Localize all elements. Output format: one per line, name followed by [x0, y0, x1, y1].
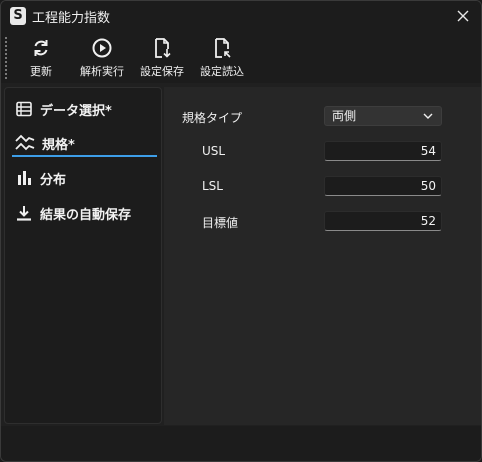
sidebar-item-label: 結果の自動保存	[40, 207, 132, 223]
sidebar-item-label: データ選択*	[40, 103, 112, 119]
load-settings-label: 設定読込	[200, 65, 244, 78]
download-icon	[17, 206, 31, 221]
chevron-down-icon	[423, 113, 433, 119]
file-load-icon	[215, 38, 231, 58]
file-save-icon	[155, 38, 171, 58]
run-analysis-label: 解析実行	[80, 65, 124, 78]
run-analysis-button[interactable]: 解析実行	[72, 35, 132, 81]
sidebar: データ選択* 規格* 分布 結果の自動保存	[4, 87, 162, 424]
toolbar: 更新 解析実行 設定保存 設定読込	[1, 31, 481, 83]
load-settings-button[interactable]: 設定読込	[192, 35, 252, 81]
sidebar-item-spec[interactable]: 規格*	[15, 130, 157, 156]
table-icon	[16, 101, 32, 117]
spec-type-select[interactable]: 両側	[324, 106, 442, 126]
spec-type-value: 両側	[332, 109, 357, 123]
bar-chart-icon	[18, 171, 31, 185]
refresh-label: 更新	[30, 65, 52, 78]
sidebar-item-label: 分布	[40, 172, 67, 188]
target-input[interactable]: 52	[324, 211, 442, 231]
sidebar-item-auto-save[interactable]: 結果の自動保存	[15, 200, 157, 226]
sidebar-item-label: 規格*	[42, 137, 75, 153]
spec-type-label: 規格タイプ	[182, 111, 243, 125]
play-circle-icon	[92, 38, 112, 58]
save-settings-button[interactable]: 設定保存	[132, 35, 192, 81]
spec-panel: 規格タイプ 両側 USL 54 LSL 50 目標値 52	[164, 87, 481, 425]
refresh-button[interactable]: 更新	[11, 35, 71, 81]
sidebar-item-data-selection[interactable]: データ選択*	[15, 96, 157, 122]
title-bar: S 工程能力指数	[1, 1, 481, 31]
app-window: S 工程能力指数 更新 解析実行 設定保存 設定読込 データ選択* 規格* 分布…	[0, 0, 482, 462]
save-settings-label: 設定保存	[140, 65, 184, 78]
app-logo-icon: S	[10, 7, 26, 25]
close-icon	[457, 10, 469, 22]
spec-wave-icon	[15, 134, 35, 151]
sidebar-item-distribution[interactable]: 分布	[15, 165, 157, 191]
active-tab-indicator	[12, 155, 157, 157]
usl-label: USL	[202, 144, 226, 158]
usl-input[interactable]: 54	[324, 141, 442, 161]
window-title: 工程能力指数	[32, 10, 111, 26]
lsl-input[interactable]: 50	[324, 176, 442, 196]
status-bar	[1, 426, 481, 461]
refresh-icon	[34, 40, 48, 56]
close-button[interactable]	[453, 6, 473, 26]
lsl-label: LSL	[202, 179, 223, 193]
target-label: 目標値	[202, 216, 239, 230]
toolbar-grip[interactable]	[5, 37, 7, 81]
